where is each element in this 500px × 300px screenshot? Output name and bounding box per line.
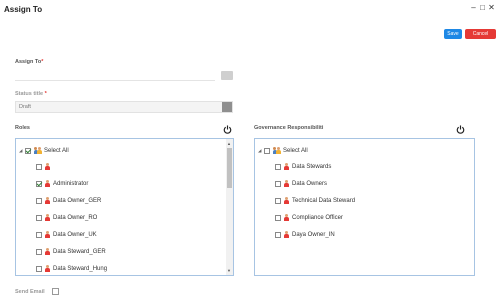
- user-icon: [45, 231, 50, 238]
- governance-checkbox[interactable]: [275, 231, 281, 238]
- governance-item[interactable]: Technical Data Steward: [275, 197, 355, 204]
- user-icon: [45, 265, 50, 272]
- close-icon[interactable]: ✕: [488, 3, 495, 12]
- assign-to-label: Assign To*: [15, 59, 43, 65]
- role-item[interactable]: Data Owner_GER: [36, 197, 101, 204]
- user-icon: [284, 214, 289, 221]
- scroll-down-icon[interactable]: ▼: [227, 268, 231, 273]
- role-checkbox[interactable]: [36, 265, 42, 272]
- governance-label-text: Compliance Officer: [292, 214, 343, 221]
- governance-item[interactable]: Compliance Officer: [275, 214, 343, 221]
- role-label: Data Steward_Hung: [53, 265, 108, 272]
- roles-select-all-label: Select All: [44, 147, 69, 154]
- assign-to-label-text: Assign To: [15, 59, 42, 65]
- governance-checkbox[interactable]: [275, 197, 281, 204]
- roles-label: Roles: [15, 125, 30, 131]
- scrollbar-thumb[interactable]: [227, 148, 232, 188]
- required-mark: *: [41, 59, 44, 65]
- power-icon[interactable]: [456, 125, 465, 134]
- role-label: Data Steward_GER: [53, 248, 106, 255]
- governance-item[interactable]: Daya Owner_IN: [275, 231, 335, 238]
- governance-select-all-label: Select All: [283, 147, 308, 154]
- user-icon: [45, 180, 50, 187]
- role-checkbox[interactable]: [36, 163, 42, 170]
- role-item[interactable]: Administrator: [36, 180, 88, 187]
- user-icon: [45, 214, 50, 221]
- role-item[interactable]: Data Owner_UK: [36, 231, 97, 238]
- governance-label-text: Technical Data Steward: [292, 197, 356, 204]
- role-label: Data Owner_RO: [53, 214, 98, 221]
- role-checkbox[interactable]: [36, 180, 42, 187]
- scroll-up-icon[interactable]: ▲: [227, 141, 231, 146]
- role-item[interactable]: Data Owner_RO: [36, 214, 97, 221]
- role-checkbox[interactable]: [36, 214, 42, 221]
- roles-select-all-node[interactable]: ◢ Select All: [19, 147, 69, 154]
- role-checkbox[interactable]: [36, 248, 42, 255]
- role-label: Data Owner_GER: [53, 197, 102, 204]
- window-controls: – □ ✕: [470, 3, 495, 12]
- governance-checkbox[interactable]: [275, 163, 281, 170]
- role-checkbox[interactable]: [36, 197, 42, 204]
- dialog-title: Assign To: [4, 5, 43, 14]
- user-icon: [45, 197, 50, 204]
- user-icon: [284, 197, 289, 204]
- role-checkbox[interactable]: [36, 231, 42, 238]
- status-title-value: Draft: [19, 104, 31, 110]
- governance-tree-panel[interactable]: ◢ Select All Data Stewards Data Owners T…: [254, 138, 475, 276]
- user-icon: [284, 231, 289, 238]
- governance-label: Governance Responsibiliti: [254, 125, 324, 131]
- roles-select-all-checkbox[interactable]: [25, 147, 31, 154]
- governance-label-text: Daya Owner_IN: [292, 231, 335, 238]
- assign-to-picker-button[interactable]: [221, 71, 233, 80]
- roles-tree-panel[interactable]: ◢ Select All Administrator Data Owner_GE…: [15, 138, 234, 276]
- user-icon: [284, 180, 289, 187]
- send-email-label: Send Email: [15, 289, 45, 295]
- cancel-button[interactable]: Cancel: [465, 29, 496, 39]
- governance-select-all-node[interactable]: ◢ Select All: [258, 147, 308, 154]
- user-icon: [284, 163, 289, 170]
- group-icon: [34, 147, 42, 154]
- governance-label-text: Data Owners: [292, 180, 328, 187]
- maximize-icon[interactable]: □: [479, 3, 486, 12]
- governance-select-all-checkbox[interactable]: [264, 147, 270, 154]
- save-button[interactable]: Save: [444, 29, 462, 39]
- role-item[interactable]: Data Steward_GER: [36, 248, 106, 255]
- user-icon: [45, 248, 50, 255]
- governance-label-text: Data Stewards: [292, 163, 332, 170]
- send-email-checkbox[interactable]: [52, 288, 59, 295]
- assign-to-input[interactable]: [15, 80, 215, 81]
- role-label: Administrator: [53, 180, 89, 187]
- title-bar: Assign To – □ ✕: [0, 0, 500, 22]
- roles-scrollbar[interactable]: ▲ ▼: [226, 139, 233, 275]
- required-mark: *: [44, 91, 47, 97]
- user-icon: [45, 163, 50, 170]
- role-item[interactable]: Data Steward_Hung: [36, 265, 107, 272]
- role-item[interactable]: [36, 163, 53, 170]
- governance-checkbox[interactable]: [275, 180, 281, 187]
- role-label: Data Owner_UK: [53, 231, 97, 238]
- governance-item[interactable]: Data Stewards: [275, 163, 331, 170]
- minimize-icon[interactable]: –: [470, 3, 477, 12]
- status-title-field: Draft: [15, 101, 233, 113]
- power-icon[interactable]: [223, 125, 232, 134]
- status-picker-button[interactable]: [222, 102, 232, 112]
- group-icon: [273, 147, 281, 154]
- status-title-label-text: Status title: [15, 91, 44, 97]
- status-title-label: Status title *: [15, 91, 47, 97]
- governance-item[interactable]: Data Owners: [275, 180, 327, 187]
- governance-checkbox[interactable]: [275, 214, 281, 221]
